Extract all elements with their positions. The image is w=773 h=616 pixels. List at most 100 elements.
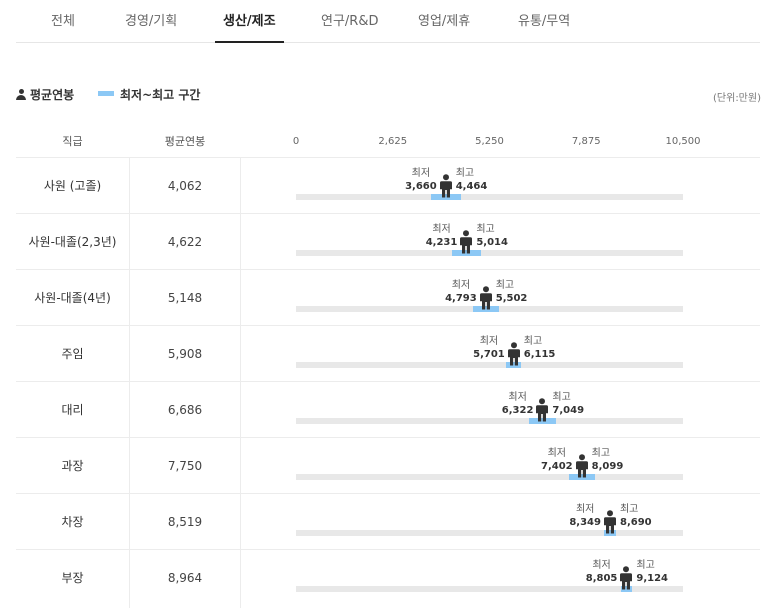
min-label: 최저 4,793 — [445, 279, 477, 305]
max-caption: 최고 — [455, 168, 475, 179]
max-value: 5,014 — [476, 237, 508, 248]
max-label: 최고 8,690 — [620, 503, 652, 529]
legend-range: 최저~최고 구간 — [98, 87, 200, 103]
grade-label: 사원-대졸(2,3년) — [28, 235, 117, 249]
min-value: 3,660 — [405, 181, 437, 192]
avg-salary: 4,622 — [167, 235, 203, 249]
max-label: 최고 5,014 — [476, 223, 508, 249]
avg-salary: 8,964 — [167, 571, 203, 585]
max-caption: 최고 — [552, 392, 571, 403]
range-track — [296, 474, 683, 480]
tab-2[interactable]: 생산/제조 — [215, 0, 284, 43]
max-caption: 최고 — [591, 448, 611, 459]
x-tick-label: 5,250 — [475, 136, 504, 147]
table-row: 사원 (고졸) 4,062 최저 3,660 최고 4,464 — [16, 157, 760, 213]
range-track — [296, 250, 683, 256]
grade-label: 대리 — [61, 403, 84, 417]
tab-4[interactable]: 영업/제휴 — [410, 0, 478, 43]
avg-person-icon — [575, 454, 589, 478]
tab-3[interactable]: 연구/R&D — [313, 0, 386, 43]
max-value: 8,690 — [619, 517, 652, 528]
min-caption: 최저 — [592, 560, 611, 571]
max-label: 최고 7,049 — [552, 391, 584, 417]
grade-label: 사원-대졸(4년) — [34, 291, 111, 305]
max-label: 최고 9,124 — [636, 559, 668, 585]
min-value: 7,402 — [541, 461, 573, 472]
min-value: 6,322 — [501, 405, 534, 416]
min-value: 8,805 — [585, 573, 618, 584]
avg-salary: 4,062 — [167, 179, 203, 193]
min-value: 4,793 — [445, 293, 477, 304]
range-track — [296, 418, 683, 424]
max-value: 8,099 — [591, 461, 624, 472]
avg-person-icon — [619, 566, 633, 590]
avg-person-icon — [535, 398, 549, 422]
max-caption: 최고 — [619, 504, 639, 515]
range-swatch — [98, 91, 114, 96]
min-label: 최저 8,349 — [569, 503, 601, 529]
range-track — [296, 530, 683, 536]
avg-salary: 6,686 — [167, 403, 203, 417]
avg-header: 평균연봉 — [164, 135, 206, 148]
range-track — [296, 194, 683, 200]
table-row: 주임 5,908 최저 5,701 최고 6,115 — [16, 325, 760, 381]
max-value: 9,124 — [636, 573, 669, 584]
avg-person-icon — [439, 174, 453, 198]
avg-salary: 7,750 — [167, 459, 203, 473]
max-caption: 최고 — [636, 560, 655, 571]
grade-label: 차장 — [61, 515, 84, 529]
grade-label: 과장 — [61, 459, 84, 473]
max-label: 최고 6,115 — [524, 335, 556, 361]
avg-person-icon — [479, 286, 493, 310]
min-label: 최저 7,402 — [541, 447, 573, 473]
tab-0[interactable]: 전체 — [43, 0, 83, 43]
x-tick-label: 0 — [292, 136, 300, 147]
min-label: 최저 4,231 — [426, 223, 458, 249]
range-track — [296, 362, 683, 368]
x-tick-label: 10,500 — [665, 136, 701, 147]
table-row: 사원-대졸(4년) 5,148 최저 4,793 최고 5,502 — [16, 269, 760, 325]
avg-salary: 5,148 — [167, 291, 203, 305]
min-caption: 최저 — [508, 392, 527, 403]
table-row: 대리 6,686 최저 6,322 최고 7,049 — [16, 381, 760, 437]
min-label: 최저 5,701 — [473, 335, 505, 361]
min-value: 4,231 — [425, 237, 458, 248]
max-value: 5,502 — [495, 293, 528, 304]
legend-range-label: 최저~최고 구간 — [120, 88, 201, 102]
avg-salary: 5,908 — [167, 347, 203, 361]
x-tick-label: 2,625 — [378, 136, 408, 147]
min-caption: 최저 — [575, 504, 595, 515]
min-label: 최저 6,322 — [502, 391, 534, 417]
avg-person-icon — [507, 342, 521, 366]
legend-avg: 평균연봉 — [16, 87, 74, 103]
max-value: 6,115 — [523, 349, 556, 360]
max-value: 7,049 — [552, 405, 585, 416]
grade-header: 직급 — [62, 135, 83, 148]
min-caption: 최저 — [411, 168, 431, 179]
max-caption: 최고 — [495, 280, 515, 291]
min-caption: 최저 — [432, 224, 451, 235]
min-caption: 최저 — [451, 280, 471, 291]
min-label: 최저 3,660 — [405, 167, 437, 193]
grade-label: 주임 — [61, 347, 84, 361]
avg-person-icon — [603, 510, 617, 534]
max-value: 4,464 — [455, 181, 488, 192]
person-icon — [16, 89, 26, 100]
tab-1[interactable]: 경영/기획 — [117, 0, 185, 43]
avg-salary: 8,519 — [167, 515, 203, 529]
grade-label: 부장 — [61, 571, 84, 585]
grade-label: 사원 (고졸) — [43, 179, 102, 193]
table-row: 부장 8,964 최저 8,805 최고 9,124 — [16, 549, 760, 605]
min-caption: 최저 — [547, 448, 567, 459]
max-caption: 최고 — [523, 336, 543, 347]
min-label: 최저 8,805 — [586, 559, 618, 585]
legend-avg-label: 평균연봉 — [30, 88, 75, 102]
table-row: 차장 8,519 최저 8,349 최고 8,690 — [16, 493, 760, 549]
min-value: 5,701 — [473, 349, 505, 360]
x-tick-label: 7,875 — [571, 136, 601, 147]
max-label: 최고 8,099 — [592, 447, 624, 473]
tab-5[interactable]: 유통/무역 — [510, 0, 578, 43]
max-caption: 최고 — [476, 224, 495, 235]
max-label: 최고 4,464 — [456, 167, 488, 193]
max-label: 최고 5,502 — [496, 279, 528, 305]
